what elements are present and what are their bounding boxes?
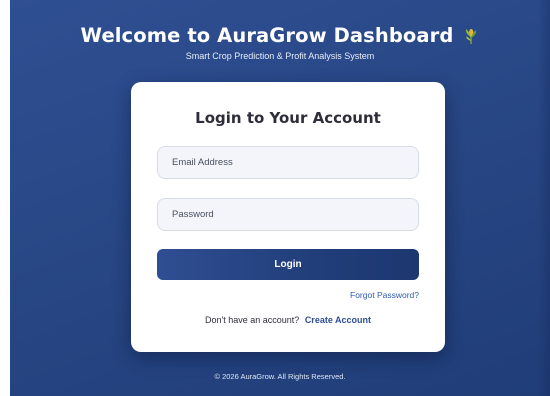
login-card: Login to Your Account Login Forgot Passw… <box>131 82 445 352</box>
login-button[interactable]: Login <box>157 249 419 280</box>
header: Welcome to AuraGrow Dashboard <box>10 20 550 50</box>
create-account-link[interactable]: Create Account <box>305 315 371 325</box>
signup-prompt: Don't have an account? <box>205 315 300 325</box>
password-field[interactable] <box>157 198 419 231</box>
forgot-password-link[interactable]: Forgot Password? <box>350 290 419 300</box>
login-page: Welcome to AuraGrow Dashboard Smart Crop… <box>10 0 550 396</box>
login-card-title: Login to Your Account <box>195 109 381 127</box>
email-field[interactable] <box>157 146 419 179</box>
page-title: Welcome to AuraGrow Dashboard <box>80 23 454 47</box>
signup-row: Don't have an account? Create Account <box>131 315 445 325</box>
page-subtitle: Smart Crop Prediction & Profit Analysis … <box>185 51 375 61</box>
plant-icon <box>463 25 479 45</box>
footer-copyright: © 2026 AuraGrow. All Rights Reserved. <box>214 372 346 381</box>
